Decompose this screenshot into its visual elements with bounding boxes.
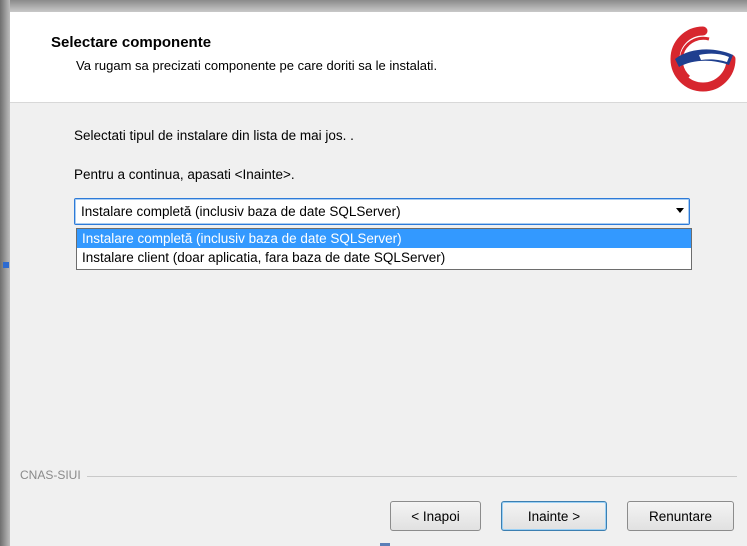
install-type-selected-value: Instalare completă (inclusiv baza de dat… <box>81 204 401 219</box>
window-frame-top <box>0 0 747 12</box>
page-title: Selectare componente <box>51 34 212 51</box>
option-full-install[interactable]: Instalare completă (inclusiv baza de dat… <box>77 229 691 248</box>
option-client-install[interactable]: Instalare client (doar aplicatia, fara b… <box>77 248 691 267</box>
dialog-header: Selectare componente Va rugam sa preciza… <box>10 12 747 103</box>
continue-hint-text: Pentru a continua, apasati <Inainte>. <box>74 167 295 182</box>
cnas-logo-icon <box>670 26 736 92</box>
back-button[interactable]: < Inapoi <box>390 501 481 531</box>
instruction-text: Selectati tipul de instalare din lista d… <box>74 128 354 143</box>
install-type-dropdown[interactable]: Instalare completă (inclusiv baza de dat… <box>74 198 690 225</box>
next-button[interactable]: Inainte > <box>501 501 607 531</box>
footer-divider <box>20 476 737 477</box>
chevron-down-icon[interactable] <box>676 208 684 213</box>
installer-dialog: Selectare componente Va rugam sa preciza… <box>10 12 747 546</box>
page-subtitle: Va rugam sa precizati componente pe care… <box>76 58 438 73</box>
window-frame-left <box>0 0 10 546</box>
cancel-button[interactable]: Renuntare <box>627 501 734 531</box>
branding-label: CNAS-SIUI <box>20 468 87 482</box>
install-type-options-list: Instalare completă (inclusiv baza de dat… <box>76 228 692 270</box>
frame-accent <box>3 262 9 268</box>
